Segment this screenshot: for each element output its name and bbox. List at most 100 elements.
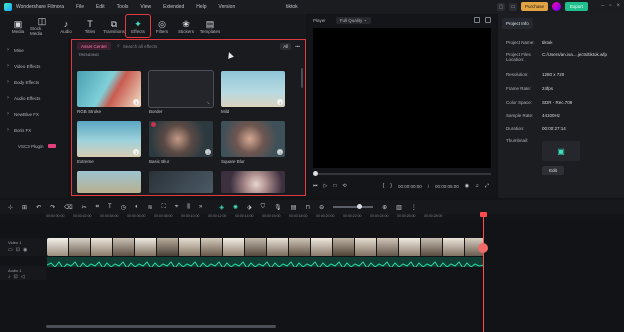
effect-card[interactable]: ↓ Basic Blur (149, 121, 213, 164)
tool-effects[interactable]: ✦ Effects (125, 14, 151, 38)
avatar[interactable] (551, 2, 561, 11)
fullscreen-crop-icon[interactable]: ⛶ (162, 204, 166, 211)
download-icon[interactable]: ↓ (277, 99, 283, 105)
stabilize-icon[interactable]: ⌖ (175, 204, 178, 211)
download-icon[interactable]: ↓ (277, 149, 283, 155)
category-vsc3-plugin[interactable]: VSC3 Plugin (0, 138, 68, 154)
grid-icon[interactable]: ⊞ (22, 204, 27, 211)
preview-screen[interactable] (313, 28, 491, 168)
select-tool-icon[interactable]: ⊹ (8, 204, 13, 211)
maximize-icon[interactable]: ▫ (609, 3, 611, 9)
screen-icon[interactable]: ▭ (508, 2, 517, 11)
category-video-effects[interactable]: Video Effects (0, 58, 68, 74)
purchase-button[interactable]: Purchase (520, 2, 548, 11)
redo-icon[interactable]: ↷ (50, 204, 55, 211)
stop-icon[interactable]: □ (333, 183, 336, 189)
undo-icon[interactable]: ↶ (36, 204, 41, 211)
category-boris-fx[interactable]: Boris FX (0, 122, 68, 138)
auto-beat-icon[interactable]: ◈ (219, 204, 224, 211)
menu-extended[interactable]: Extended (163, 4, 184, 10)
effects-scrollbar[interactable] (301, 68, 303, 88)
edit-button[interactable]: Edit (542, 166, 564, 175)
effect-card[interactable]: ↓ RGB Stroke (77, 71, 141, 114)
delete-icon[interactable]: ⌫ (64, 204, 72, 211)
mic-icon[interactable]: 🎙 (274, 204, 282, 211)
effect-card[interactable] (221, 171, 285, 195)
more-icon[interactable]: ••• (295, 44, 300, 49)
thumbnail-picker[interactable]: ▣ (542, 141, 580, 161)
download-icon[interactable]: ↘ (205, 99, 211, 105)
cut-icon[interactable]: ✂ (82, 204, 87, 211)
zoom-out-icon[interactable]: ⊖ (319, 204, 324, 211)
crop-icon[interactable]: ⌗ (96, 204, 99, 211)
favorite-icon[interactable] (151, 122, 156, 127)
menu-version[interactable]: Version (219, 4, 236, 10)
seek-bar[interactable] (313, 171, 491, 176)
tool-stickers[interactable]: ❀ Stickers (174, 15, 198, 37)
audio-clip[interactable] (47, 257, 484, 267)
snapshot-icon[interactable] (474, 17, 480, 23)
tool-titles[interactable]: T Titles (78, 15, 102, 37)
forward-icon[interactable]: » (199, 204, 202, 210)
category-body-effects[interactable]: Body Effects (0, 74, 68, 90)
loop-icon[interactable]: ⟲ (342, 183, 346, 189)
menu-file[interactable]: File (76, 4, 84, 10)
tool-audio[interactable]: ♪ Audio (54, 15, 78, 37)
camera-icon[interactable]: ◉ (465, 183, 469, 189)
menu-view[interactable]: View (140, 4, 151, 10)
playhead-knob[interactable] (478, 243, 488, 253)
tool-transitions[interactable]: ⧉ Transitions (102, 15, 126, 37)
layout-toggle-icon[interactable]: ▥ (396, 204, 402, 211)
split-icon[interactable]: ⫼ (187, 204, 190, 211)
menu-tools[interactable]: Tools (117, 4, 129, 10)
menu-help[interactable]: Help (196, 4, 206, 10)
minimize-icon[interactable]: – (601, 3, 604, 9)
category-newblue-fx[interactable]: NewBlue FX (0, 106, 68, 122)
search-input[interactable]: Search all effects (123, 44, 157, 49)
effect-card[interactable]: ↓ Mild (221, 71, 285, 114)
tool-templates[interactable]: ▤ Templates (198, 15, 222, 37)
video-clip[interactable] (47, 238, 484, 256)
lock-icon[interactable]: ⊡ (14, 274, 21, 280)
playhead[interactable] (483, 213, 484, 332)
category-audio-effects[interactable]: Audio Effects (0, 90, 68, 106)
audio-adjust-icon[interactable]: ≋ (148, 204, 153, 211)
shield-icon[interactable]: ⛉ (261, 204, 266, 211)
filter-dropdown[interactable]: All (280, 42, 292, 50)
tool-stock-media[interactable]: ◫ Stock Media (30, 15, 54, 37)
close-icon[interactable]: × (616, 3, 620, 9)
speaker-icon[interactable]: ◁ (21, 274, 28, 280)
download-icon[interactable]: ↓ (133, 149, 139, 155)
mark-out-icon[interactable]: } (390, 183, 392, 189)
expand-icon[interactable]: ⤢ (485, 183, 489, 189)
fullscreen-icon[interactable] (485, 17, 491, 23)
seek-handle[interactable] (313, 171, 318, 176)
tab-project-info[interactable]: Project Info (502, 18, 533, 29)
marker-icon[interactable]: ⬗ (247, 204, 252, 211)
timeline-ruler[interactable]: 00:00:00:00 00:00:02:00 00:00:04:00 00:0… (46, 214, 624, 222)
zoom-slider[interactable] (333, 204, 374, 209)
playhead-handle[interactable] (480, 212, 487, 217)
speed-icon[interactable]: ◷ (121, 204, 126, 211)
effect-card[interactable] (149, 171, 213, 195)
search-box[interactable]: ⌕ Search all effects (117, 42, 247, 50)
mark-in-icon[interactable]: { (383, 183, 385, 189)
download-icon[interactable]: ↓ (133, 99, 139, 105)
lock-icon[interactable]: ⊡ (16, 247, 23, 253)
timeline-scrollbar[interactable] (46, 325, 276, 328)
ai-tool-icon[interactable]: ✺ (233, 204, 238, 211)
text-icon[interactable]: T (108, 204, 112, 210)
tool-filters[interactable]: ◎ Filters (150, 15, 174, 37)
play-icon[interactable]: ▷ (324, 183, 328, 189)
effect-card[interactable]: ↓ Square Blur (221, 121, 285, 164)
eye-icon[interactable]: ◉ (23, 247, 30, 253)
layout-icon[interactable]: ▢ (496, 2, 505, 11)
effect-card[interactable] (77, 171, 141, 195)
asset-center-button[interactable]: Asset Center (77, 42, 112, 50)
menu-edit[interactable]: Edit (96, 4, 105, 10)
effect-card[interactable]: ↓ Extreme (77, 121, 141, 164)
download-icon[interactable]: ↓ (205, 149, 211, 155)
tool-media[interactable]: ▣ Media (6, 15, 30, 37)
volume-icon[interactable]: ♫ (475, 183, 479, 189)
effect-card[interactable]: ↘ Border (148, 70, 214, 114)
